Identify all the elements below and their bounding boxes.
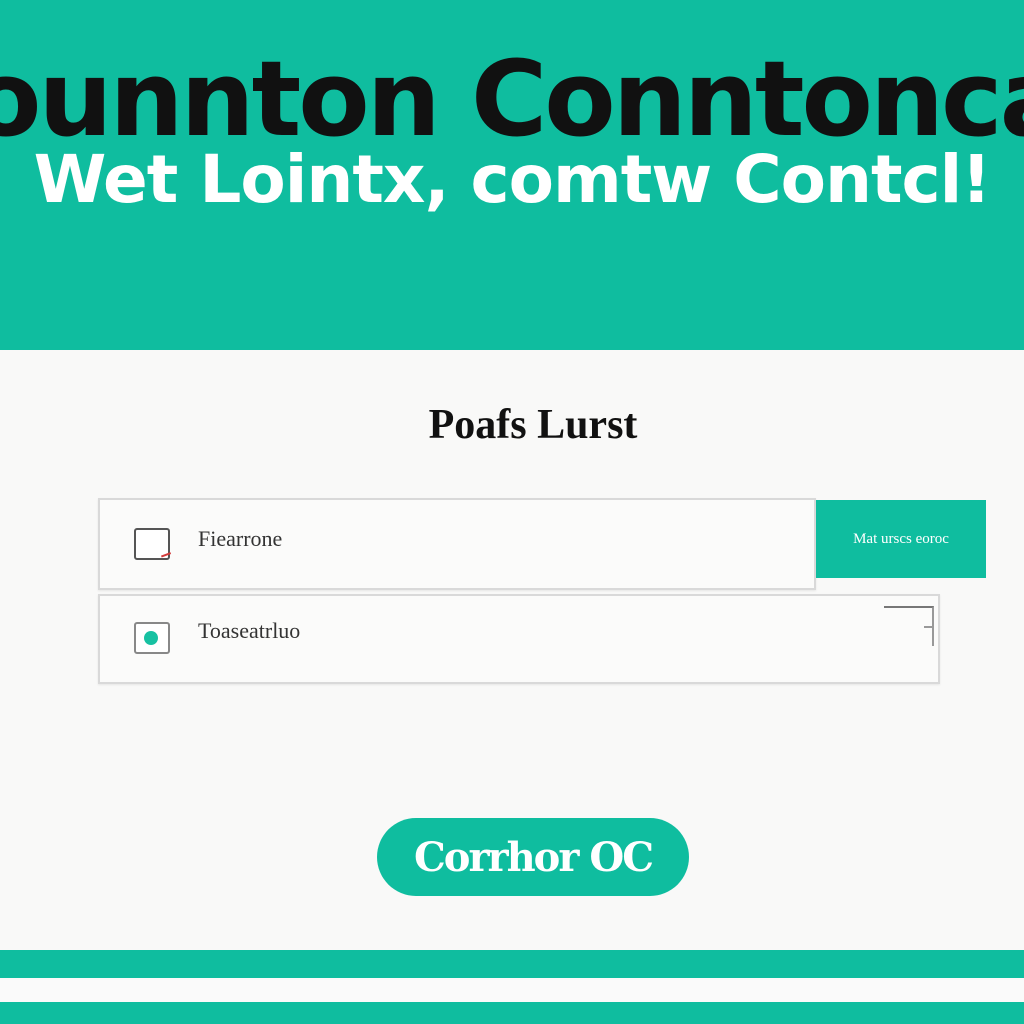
radio-dot-icon bbox=[144, 631, 158, 645]
footer-band-top bbox=[0, 950, 1024, 978]
checkbox-icon[interactable] bbox=[134, 528, 170, 560]
resize-corner-icon bbox=[884, 606, 934, 646]
option-label: Fiearrone bbox=[198, 526, 283, 551]
side-action-button[interactable]: Mat urscs eoroc bbox=[816, 500, 986, 578]
option-row-1[interactable]: Fiearrone bbox=[98, 498, 816, 590]
hero-title: ounnton Conntonca bbox=[0, 38, 1024, 160]
radio-icon[interactable] bbox=[134, 622, 170, 654]
hero-subtitle: Wet Lointx, comtw Contcl! bbox=[33, 141, 992, 218]
option-row-2[interactable]: Toaseatrluo bbox=[98, 594, 940, 684]
option-label: Toaseatrluo bbox=[198, 618, 301, 643]
footer-divider bbox=[0, 978, 1024, 1002]
hero-banner: ounnton Conntonca Wet Lointx, comtw Cont… bbox=[0, 0, 1024, 350]
section-heading: Poafs Lurst bbox=[428, 402, 638, 448]
cta-button[interactable]: Corrhor OC bbox=[377, 818, 689, 896]
footer-band-bottom bbox=[0, 1002, 1024, 1024]
